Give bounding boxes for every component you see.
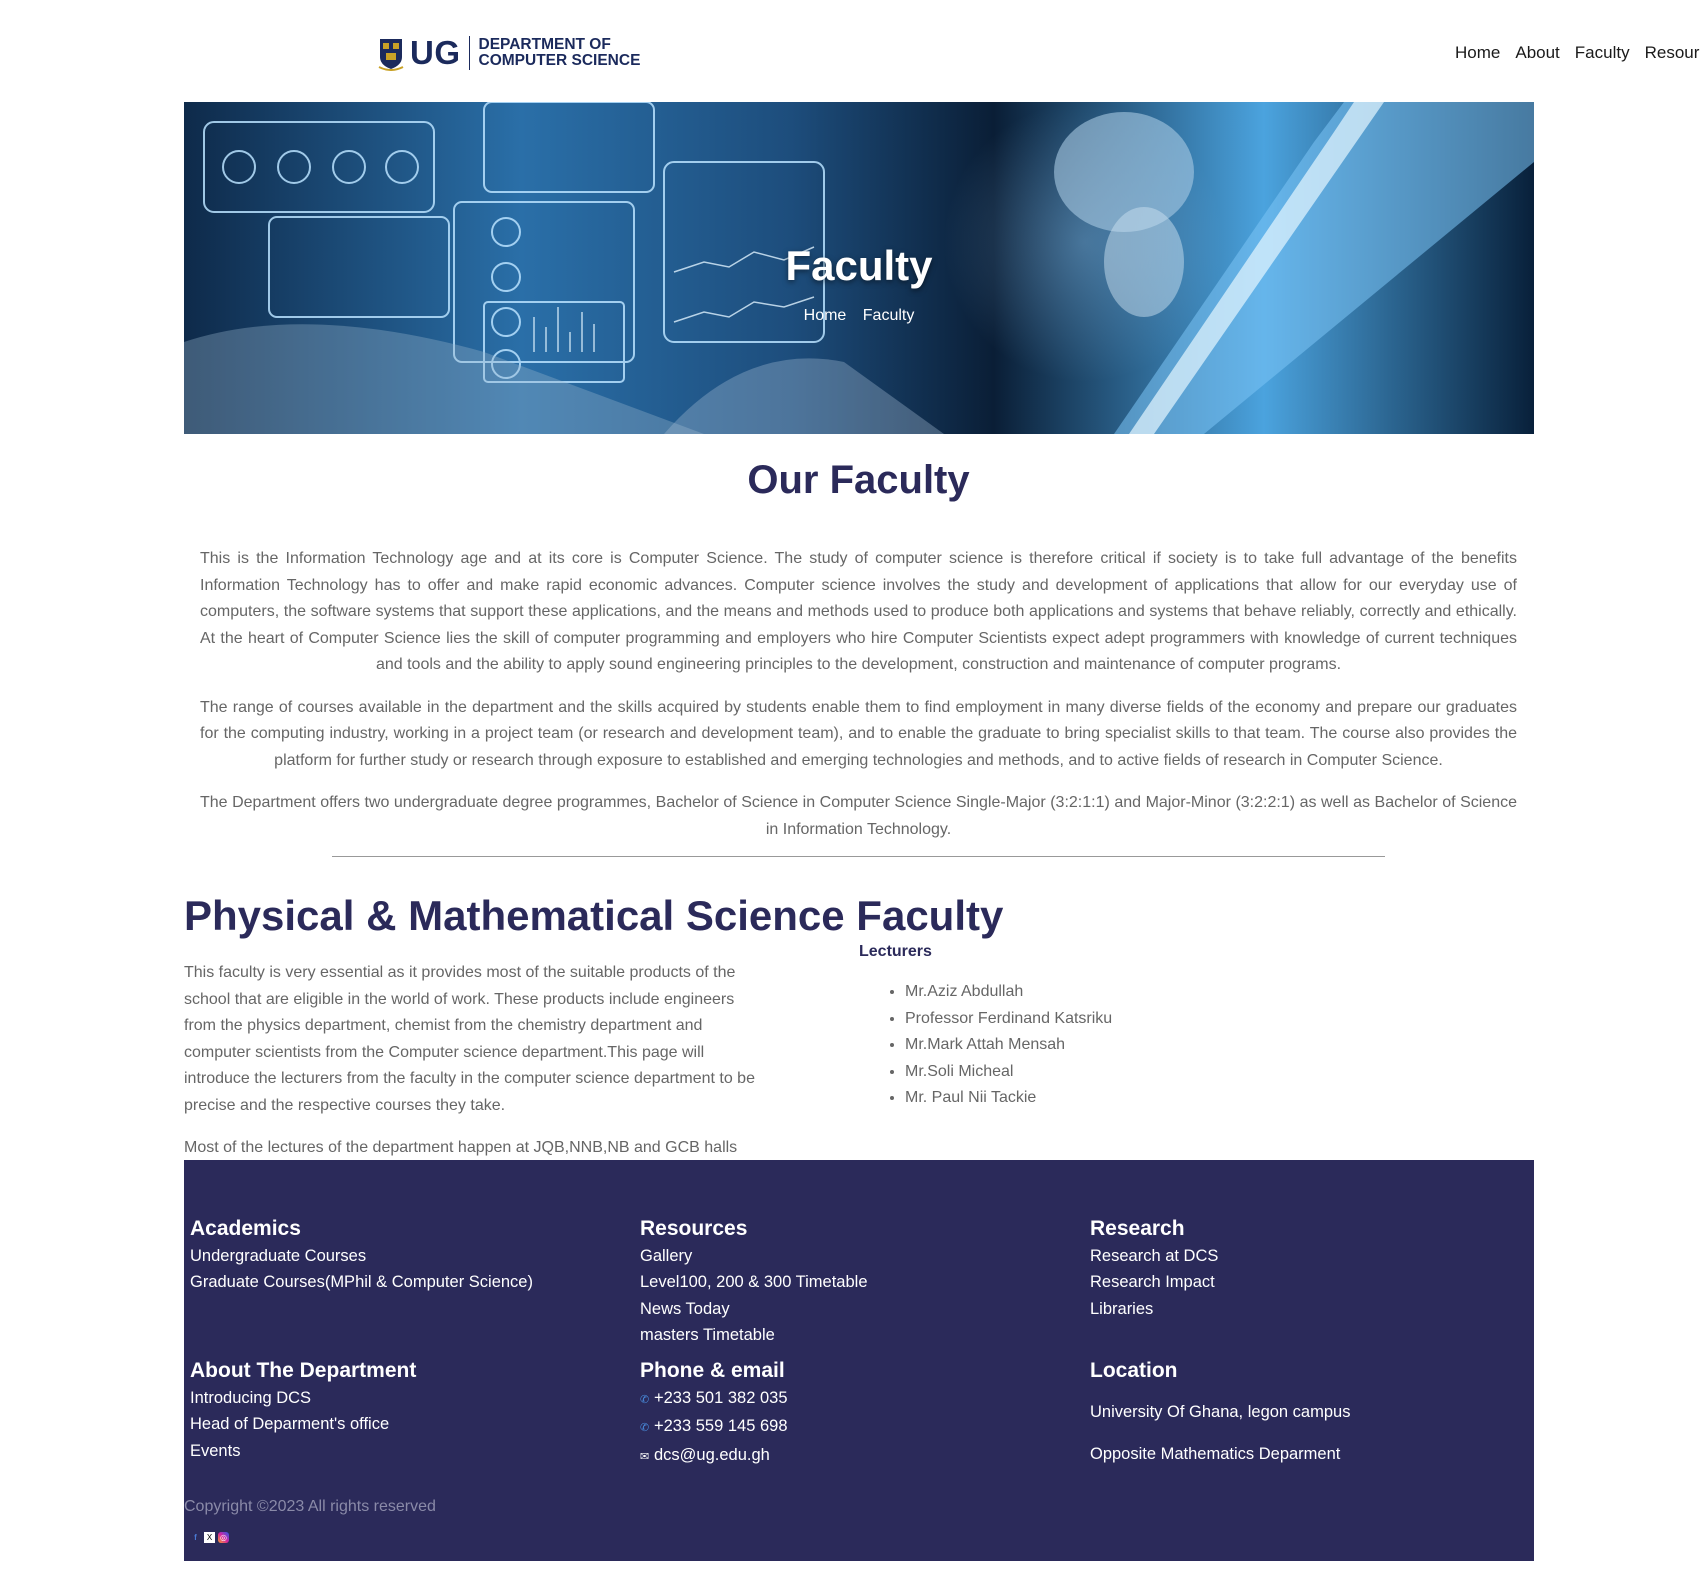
intro-paragraph-3: The Department offers two undergraduate … [200,794,1517,838]
phone-2-text: +233 559 145 698 [654,1417,788,1436]
lecturer-item: Professor Ferdinand Katsriku [905,1006,1112,1033]
footer-contact-heading: Phone & email [640,1359,785,1382]
breadcrumb: Home Faculty [184,307,1534,325]
section-divider [332,856,1385,857]
footer-link[interactable]: Graduate Courses(MPhil & Computer Scienc… [190,1269,630,1295]
lecturer-item: Mr. Paul Nii Tackie [905,1085,1112,1112]
social-links: f X ◎ [190,1532,229,1543]
logo-dept-line1: DEPARTMENT OF [478,36,611,53]
footer-link[interactable]: Introducing DCS [190,1385,630,1411]
footer-research: Research Research at DCS Research Impact… [1090,1215,1530,1322]
faculty-description: This faculty is very essential as it pro… [184,960,764,1178]
footer-link[interactable]: Undergraduate Courses [190,1243,630,1269]
footer-phone-2[interactable]: ✆ +233 559 145 698 [640,1413,1080,1441]
footer-link[interactable]: Head of Deparment's office [190,1411,630,1437]
logo-ug-text: UG [410,34,461,71]
nav-about[interactable]: About [1515,43,1559,63]
site-header: UG DEPARTMENT OF COMPUTER SCIENCE Home A… [0,0,1700,102]
site-footer: Academics Undergraduate Courses Graduate… [184,1160,1534,1561]
phone-icon: ✆ [640,1422,650,1435]
footer-link[interactable]: Gallery [640,1243,1080,1269]
copyright-text: Copyright ©2023 All rights reserved [184,1498,436,1515]
location-line-1: University Of Ghana, legon campus [1090,1403,1351,1421]
email-icon: ✉ [640,1450,650,1463]
nav-faculty[interactable]: Faculty [1575,43,1630,63]
hero-banner: Faculty Home Faculty [184,102,1534,434]
intro-text: This is the Information Technology age a… [200,546,1517,859]
phone-icon: ✆ [640,1394,650,1406]
ug-crest-icon [378,35,404,71]
location-line-2: Opposite Mathematics Deparment [1090,1445,1341,1463]
footer-resources-heading: Resources [640,1217,748,1240]
logo-dept-text: DEPARTMENT OF COMPUTER SCIENCE [479,37,641,69]
footer-link[interactable]: Level100, 200 & 300 Timetable [640,1269,1080,1295]
lecturers-list: Mr.Aziz Abdullah Professor Ferdinand Kat… [859,979,1112,1112]
footer-about-dept: About The Department Introducing DCS Hea… [190,1357,630,1464]
footer-resources: Resources Gallery Level100, 200 & 300 Ti… [640,1215,1080,1348]
x-icon[interactable]: X [204,1532,215,1543]
site-logo[interactable]: UG DEPARTMENT OF COMPUTER SCIENCE [378,34,640,72]
faculty-halls-note: Most of the lectures of the department h… [184,1139,738,1156]
footer-link[interactable]: Research Impact [1090,1269,1530,1295]
footer-academics: Academics Undergraduate Courses Graduate… [190,1215,630,1296]
lecturer-item: Mr.Mark Attah Mensah [905,1032,1112,1059]
facebook-icon[interactable]: f [190,1532,201,1543]
main-nav: Home About Faculty Resources [1455,43,1700,63]
breadcrumb-current: Faculty [862,307,915,324]
footer-location: Location University Of Ghana, legon camp… [1090,1357,1530,1483]
lecturers-heading: Lecturers [859,943,932,960]
lecturer-item: Mr.Aziz Abdullah [905,979,1112,1006]
footer-location-heading: Location [1090,1359,1178,1382]
email-text: dcs@ug.edu.gh [654,1445,770,1464]
faculty-title: Physical & Mathematical Science Faculty [184,892,1004,939]
footer-phone-1[interactable]: ✆ +233 501 382 035 [640,1385,1080,1413]
instagram-icon[interactable]: ◎ [218,1532,229,1543]
footer-link[interactable]: Research at DCS [1090,1243,1530,1269]
footer-link[interactable]: Events [190,1438,630,1464]
logo-dept-line2: COMPUTER SCIENCE [478,52,641,69]
footer-research-heading: Research [1090,1217,1185,1240]
footer-link[interactable]: Libraries [1090,1296,1530,1322]
footer-contact: Phone & email ✆ +233 501 382 035 ✆ +233 55… [640,1357,1080,1470]
footer-email[interactable]: ✉ dcs@ug.edu.gh [640,1442,1080,1470]
phone-1-text: +233 501 382 035 [654,1389,788,1407]
footer-link[interactable]: masters Timetable [640,1322,1080,1348]
our-faculty-title: Our Faculty [747,458,970,502]
logo-separator [468,36,470,70]
intro-paragraph-1: This is the Information Technology age a… [200,550,1517,673]
footer-academics-heading: Academics [190,1217,301,1240]
nav-home[interactable]: Home [1455,43,1500,63]
intro-paragraph-2: The range of courses available in the de… [200,698,1517,769]
footer-about-heading: About The Department [190,1359,417,1382]
breadcrumb-home[interactable]: Home [804,307,847,324]
faculty-description-text: This faculty is very essential as it pro… [184,964,755,1114]
hero-title: Faculty [785,242,933,289]
nav-resources[interactable]: Resources [1645,43,1700,63]
footer-link[interactable]: News Today [640,1296,1080,1322]
lecturer-item: Mr.Soli Micheal [905,1059,1112,1086]
